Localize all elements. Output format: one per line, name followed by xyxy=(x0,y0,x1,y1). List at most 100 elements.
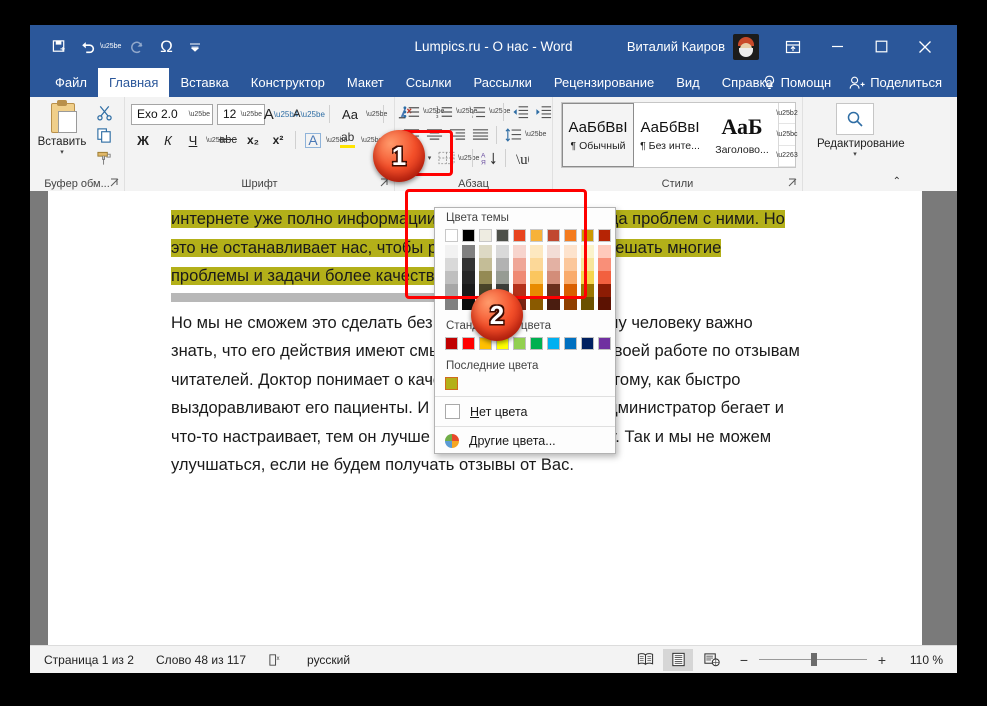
no-color-item[interactable]: Нет цвета xyxy=(435,399,615,424)
shrink-font-button[interactable]: A\u25be xyxy=(297,103,321,125)
numbering-icon[interactable]: 123 xyxy=(433,101,455,122)
tab-design[interactable]: Конструктор xyxy=(240,68,336,97)
theme-color-swatch[interactable] xyxy=(598,258,611,271)
theme-color-swatch[interactable] xyxy=(445,258,458,271)
chevron-down-icon[interactable]: \u25be xyxy=(185,111,210,118)
theme-color-swatch[interactable] xyxy=(462,229,475,242)
show-formatting-marks-icon[interactable]: \u00b6 xyxy=(511,148,533,169)
underline-button[interactable]: Ч xyxy=(181,129,205,151)
styles-scroll-up-icon[interactable]: \u25b2 xyxy=(779,103,795,124)
line-spacing-icon[interactable] xyxy=(502,124,524,145)
grow-font-button[interactable]: A\u25b4 xyxy=(269,103,293,125)
zoom-slider-thumb[interactable] xyxy=(811,653,817,666)
theme-color-swatch[interactable] xyxy=(564,297,577,310)
line-spacing-caret[interactable]: \u25be xyxy=(525,131,534,138)
theme-color-swatch[interactable] xyxy=(547,284,560,297)
theme-color-swatch[interactable] xyxy=(496,271,509,284)
theme-color-swatch[interactable] xyxy=(598,297,611,310)
print-layout-icon[interactable] xyxy=(663,649,693,671)
shading-caret[interactable]: ▾ xyxy=(425,154,434,162)
change-case-button[interactable]: Aa xyxy=(338,103,362,125)
standard-color-swatch[interactable] xyxy=(547,337,560,350)
standard-color-swatch[interactable] xyxy=(598,337,611,350)
theme-color-swatch[interactable] xyxy=(530,229,543,242)
theme-color-swatch[interactable] xyxy=(581,271,594,284)
format-painter-icon[interactable] xyxy=(90,147,118,170)
zoom-slider[interactable] xyxy=(759,659,867,660)
subscript-button[interactable]: x₂ xyxy=(241,129,265,151)
shading-color-dropdown[interactable]: Цвета темы Стандартные цвета Последние ц… xyxy=(434,207,616,454)
theme-color-swatch[interactable] xyxy=(547,258,560,271)
bullets-caret[interactable]: \u25be xyxy=(423,108,432,115)
collapse-ribbon-icon[interactable]: ⌃ xyxy=(893,176,901,187)
zoom-level[interactable]: 110 % xyxy=(897,653,943,667)
theme-color-swatch[interactable] xyxy=(462,258,475,271)
theme-color-swatch[interactable] xyxy=(547,271,560,284)
close-button[interactable] xyxy=(903,25,947,68)
standard-color-swatch[interactable] xyxy=(530,337,543,350)
bold-button[interactable]: Ж xyxy=(131,129,155,151)
text-highlight-color-button[interactable]: ab xyxy=(336,129,360,151)
spellcheck-icon[interactable]: x xyxy=(268,653,285,667)
theme-color-swatch[interactable] xyxy=(564,258,577,271)
font-name-input[interactable]: Exo 2.0 \u25be xyxy=(131,104,213,125)
cut-icon[interactable] xyxy=(90,101,118,124)
standard-color-swatch[interactable] xyxy=(513,337,526,350)
theme-color-swatch[interactable] xyxy=(547,245,560,258)
theme-color-swatch[interactable] xyxy=(462,284,475,297)
borders-caret[interactable]: \u25be xyxy=(458,155,467,162)
highlight-caret[interactable]: \u25be xyxy=(361,137,370,144)
strikethrough-button[interactable]: abc xyxy=(216,129,240,151)
theme-color-swatch[interactable] xyxy=(445,284,458,297)
tab-references[interactable]: Ссылки xyxy=(395,68,463,97)
underline-caret[interactable]: \u25be xyxy=(206,137,215,144)
account-name[interactable]: Виталий Каиров xyxy=(627,39,725,54)
maximize-button[interactable] xyxy=(859,25,903,68)
theme-color-swatch[interactable] xyxy=(581,258,594,271)
web-layout-icon[interactable] xyxy=(696,649,726,671)
clipboard-dialog-launcher[interactable] xyxy=(110,178,120,188)
theme-color-swatch[interactable] xyxy=(598,271,611,284)
tab-file[interactable]: Файл xyxy=(44,68,98,97)
copy-icon[interactable] xyxy=(90,124,118,147)
decrease-indent-icon[interactable] xyxy=(509,101,531,122)
theme-color-swatch[interactable] xyxy=(598,229,611,242)
theme-color-swatch[interactable] xyxy=(598,245,611,258)
theme-color-swatch[interactable] xyxy=(564,284,577,297)
theme-color-swatch[interactable] xyxy=(530,245,543,258)
tab-view[interactable]: Вид xyxy=(665,68,711,97)
tab-review[interactable]: Рецензирование xyxy=(543,68,665,97)
superscript-button[interactable]: x² xyxy=(266,129,290,151)
text-effects-button[interactable]: A xyxy=(301,129,325,151)
theme-color-swatch[interactable] xyxy=(547,297,560,310)
multilevel-list-icon[interactable]: 1ai xyxy=(466,101,488,122)
theme-color-swatch[interactable] xyxy=(581,284,594,297)
avatar[interactable] xyxy=(733,34,759,60)
standard-color-swatch[interactable] xyxy=(564,337,577,350)
recent-color-swatch[interactable] xyxy=(445,377,458,390)
borders-icon[interactable] xyxy=(435,148,457,169)
font-size-input[interactable]: 12 \u25be xyxy=(217,104,265,125)
style-card-heading[interactable]: АаБ Заголово... xyxy=(706,103,778,167)
share-button[interactable]: Поделиться xyxy=(842,68,949,97)
theme-color-swatch[interactable] xyxy=(564,245,577,258)
paste-button[interactable]: Вставить ▾ xyxy=(36,101,88,156)
theme-color-swatch[interactable] xyxy=(530,297,543,310)
standard-color-swatch[interactable] xyxy=(462,337,475,350)
numbering-caret[interactable]: \u25be xyxy=(456,108,465,115)
theme-color-swatch[interactable] xyxy=(445,271,458,284)
tab-home[interactable]: Главная xyxy=(98,68,169,97)
tab-insert[interactable]: Вставка xyxy=(169,68,239,97)
standard-color-swatch[interactable] xyxy=(445,337,458,350)
theme-color-swatch[interactable] xyxy=(479,271,492,284)
theme-color-swatch[interactable] xyxy=(581,297,594,310)
text-effects-caret[interactable]: \u25be xyxy=(326,137,335,144)
tab-mailings[interactable]: Рассылки xyxy=(462,68,542,97)
editing-button[interactable]: Редактирование ▾ xyxy=(817,103,893,158)
style-card-normal[interactable]: АаБбВвІ ¶ Обычный xyxy=(562,103,634,167)
style-card-no-spacing[interactable]: АаБбВвІ ¶ Без инте... xyxy=(634,103,706,167)
italic-button[interactable]: К xyxy=(156,129,180,151)
theme-color-swatch[interactable] xyxy=(496,245,509,258)
theme-color-swatch[interactable] xyxy=(564,271,577,284)
minimize-button[interactable] xyxy=(815,25,859,68)
